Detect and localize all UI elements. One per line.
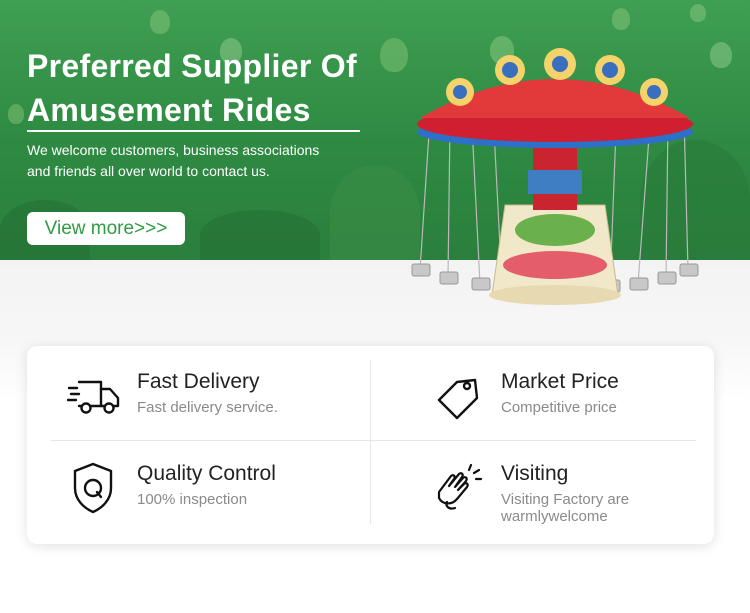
vertical-divider: [370, 360, 371, 524]
price-tag-icon: [437, 378, 479, 420]
tree-decoration: [200, 210, 320, 260]
swing-ride-image: [411, 48, 699, 305]
feature-title: Quality Control: [137, 462, 276, 485]
balloon-decoration: [690, 4, 706, 22]
balloon-decoration: [612, 8, 630, 30]
balloon-decoration: [150, 10, 170, 34]
truck-icon: [67, 380, 120, 414]
horizontal-divider: [51, 440, 696, 441]
hero-subtitle: We welcome customers, business associati…: [27, 140, 337, 182]
tree-decoration: [330, 165, 420, 260]
balloon-decoration: [710, 42, 732, 68]
hero-title-line1: Preferred Supplier Of: [27, 48, 357, 84]
hero-divider: [27, 130, 360, 132]
feature-description-line2: warmlywelcome: [501, 508, 608, 525]
hero-subtitle-line1: We welcome customers, business associati…: [27, 142, 320, 158]
feature-description: 100% inspection: [137, 491, 248, 508]
hero-title-line2: Amusement Rides: [27, 92, 311, 128]
hero-subtitle-line2: and friends all over world to contact us…: [27, 163, 270, 179]
feature-description: Fast delivery service.: [137, 399, 278, 416]
feature-description: Competitive price: [501, 399, 617, 416]
balloon-decoration: [8, 104, 24, 124]
shield-q-icon: [73, 462, 113, 514]
feature-title: Market Price: [501, 370, 619, 393]
feature-description: Visiting Factory are warmlywelcome: [501, 491, 661, 525]
balloon-decoration: [380, 38, 408, 72]
clapping-hands-icon: [437, 463, 483, 510]
hero-title: Preferred Supplier Of Amusement Rides: [27, 44, 367, 132]
feature-title: Fast Delivery: [137, 370, 260, 393]
features-card: Fast Delivery Fast delivery service. Mar…: [27, 346, 714, 544]
feature-title: Visiting: [501, 462, 569, 485]
view-more-button[interactable]: View more>>>: [27, 212, 185, 245]
feature-description-line1: Visiting Factory are: [501, 491, 630, 508]
